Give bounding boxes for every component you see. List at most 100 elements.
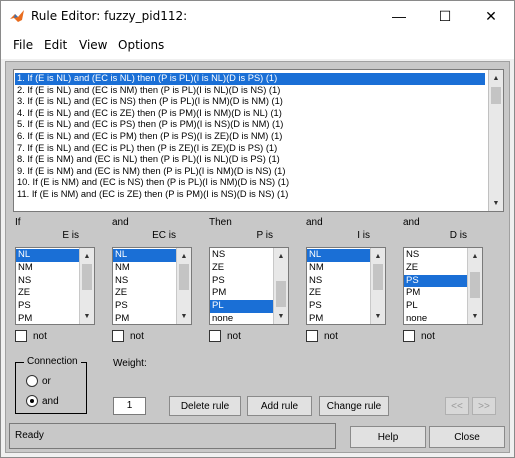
scroll-up-icon[interactable]: ▲ — [371, 249, 385, 263]
ec-mf-item[interactable]: PM — [113, 313, 177, 324]
delete-rule-button[interactable]: Delete rule — [169, 396, 241, 416]
menu-edit[interactable]: Edit — [44, 38, 67, 52]
rule-item[interactable]: 10. If (E is NM) and (EC is NS) then (P … — [15, 177, 485, 189]
ec-mf-item[interactable]: NM — [113, 262, 177, 275]
scroll-thumb[interactable] — [470, 272, 480, 298]
or-radio[interactable] — [26, 375, 38, 387]
rule-item[interactable]: 7. If (E is NL) and (EC is PL) then (P i… — [15, 143, 485, 155]
d-mf-item[interactable]: none — [404, 313, 468, 324]
p-mf-item[interactable]: none — [210, 313, 274, 324]
p-mf-listbox[interactable]: NS ZE PS PM PL none ▲ ▼ — [209, 247, 289, 325]
help-button[interactable]: Help — [350, 426, 426, 448]
e-not-checkbox[interactable] — [15, 330, 27, 342]
scroll-thumb[interactable] — [276, 281, 286, 307]
scroll-thumb[interactable] — [491, 87, 501, 104]
scroll-up-icon[interactable]: ▲ — [177, 249, 191, 263]
e-mf-item[interactable]: NM — [16, 262, 80, 275]
connection-and-option[interactable]: and — [26, 395, 59, 407]
menu-file[interactable]: File — [13, 38, 33, 52]
ec-not-checkbox[interactable] — [112, 330, 124, 342]
p-mf-item[interactable]: ZE — [210, 262, 274, 275]
scroll-down-icon[interactable]: ▼ — [371, 309, 385, 323]
rules-listbox[interactable]: 1. If (E is NL) and (EC is NL) then (P i… — [13, 69, 504, 212]
maximize-button[interactable]: ☐ — [422, 1, 468, 31]
close-button[interactable]: Close — [429, 426, 505, 448]
scroll-down-icon[interactable]: ▼ — [489, 196, 503, 210]
rule-item[interactable]: 4. If (E is NL) and (EC is ZE) then (P i… — [15, 108, 485, 120]
d-not-checkbox[interactable] — [403, 330, 415, 342]
p-mf-item[interactable]: PL — [210, 300, 274, 313]
scroll-down-icon[interactable]: ▼ — [468, 309, 482, 323]
i-mf-item[interactable]: NL — [307, 249, 371, 262]
e-scrollbar[interactable]: ▲ ▼ — [79, 248, 94, 324]
rule-item[interactable]: 5. If (E is NL) and (EC is PS) then (P i… — [15, 119, 485, 131]
p-not-checkbox[interactable] — [209, 330, 221, 342]
i-not-checkbox[interactable] — [306, 330, 318, 342]
weight-input[interactable]: 1 — [113, 397, 146, 415]
connection-or-option[interactable]: or — [26, 375, 51, 387]
ec-mf-item[interactable]: NS — [113, 275, 177, 288]
ec-scrollbar[interactable]: ▲ ▼ — [176, 248, 191, 324]
change-rule-button[interactable]: Change rule — [319, 396, 389, 416]
i-mf-listbox[interactable]: NL NM NS ZE PS PM ▲ ▼ — [306, 247, 386, 325]
d-scrollbar[interactable]: ▲ ▼ — [467, 248, 482, 324]
scroll-down-icon[interactable]: ▼ — [80, 309, 94, 323]
d-not-control[interactable]: not — [403, 330, 435, 342]
i-mf-item[interactable]: PS — [307, 300, 371, 313]
i-mf-item[interactable]: NM — [307, 262, 371, 275]
d-mf-item[interactable]: PM — [404, 287, 468, 300]
rule-item[interactable]: 8. If (E is NM) and (EC is NL) then (P i… — [15, 154, 485, 166]
i-mf-item[interactable]: ZE — [307, 287, 371, 300]
prev-button[interactable]: << — [445, 397, 469, 415]
and-radio[interactable] — [26, 395, 38, 407]
menu-view[interactable]: View — [79, 38, 107, 52]
e-mf-item[interactable]: NS — [16, 275, 80, 288]
menu-options[interactable]: Options — [118, 38, 164, 52]
d-mf-item[interactable]: PS — [404, 274, 468, 288]
d-mf-item[interactable]: PL — [404, 300, 468, 313]
scroll-up-icon[interactable]: ▲ — [489, 71, 503, 85]
e-mf-item[interactable]: ZE — [16, 287, 80, 300]
rule-item[interactable]: 6. If (E is NL) and (EC is PM) then (P i… — [15, 131, 485, 143]
scroll-down-icon[interactable]: ▼ — [274, 309, 288, 323]
d-mf-listbox[interactable]: NS ZE PS PM PL none ▲ ▼ — [403, 247, 483, 325]
e-mf-item[interactable]: PM — [16, 313, 80, 324]
i-scrollbar[interactable]: ▲ ▼ — [370, 248, 385, 324]
ec-mf-item[interactable]: ZE — [113, 287, 177, 300]
add-rule-button[interactable]: Add rule — [247, 396, 312, 416]
e-mf-listbox[interactable]: NL NM NS ZE PS PM ▲ ▼ — [15, 247, 95, 325]
rule-item[interactable]: 3. If (E is NL) and (EC is NS) then (P i… — [15, 96, 485, 108]
minimize-button[interactable]: — — [376, 1, 422, 31]
ec-mf-item[interactable]: NL — [113, 249, 177, 262]
scroll-up-icon[interactable]: ▲ — [80, 249, 94, 263]
p-mf-item[interactable]: PS — [210, 275, 274, 288]
next-button[interactable]: >> — [472, 397, 496, 415]
rule-item[interactable]: 1. If (E is NL) and (EC is NL) then (P i… — [15, 73, 485, 85]
ec-mf-listbox[interactable]: NL NM NS ZE PS PM ▲ ▼ — [112, 247, 192, 325]
scroll-thumb[interactable] — [373, 264, 383, 290]
d-mf-item[interactable]: NS — [404, 249, 468, 262]
i-mf-item[interactable]: NS — [307, 275, 371, 288]
scroll-down-icon[interactable]: ▼ — [177, 309, 191, 323]
e-mf-item[interactable]: NL — [16, 249, 80, 262]
d-mf-item[interactable]: ZE — [404, 262, 468, 275]
scroll-up-icon[interactable]: ▲ — [468, 249, 482, 263]
i-not-control[interactable]: not — [306, 330, 338, 342]
scroll-up-icon[interactable]: ▲ — [274, 249, 288, 263]
p-not-control[interactable]: not — [209, 330, 241, 342]
rules-scrollbar[interactable]: ▲ ▼ — [488, 70, 503, 211]
scroll-thumb[interactable] — [82, 264, 92, 290]
rule-item[interactable]: 9. If (E is NM) and (EC is NM) then (P i… — [15, 166, 485, 178]
p-scrollbar[interactable]: ▲ ▼ — [273, 248, 288, 324]
p-mf-item[interactable]: NS — [210, 249, 274, 262]
ec-mf-item[interactable]: PS — [113, 300, 177, 313]
e-mf-item[interactable]: PS — [16, 300, 80, 313]
rule-item[interactable]: 2. If (E is NL) and (EC is NM) then (P i… — [15, 85, 485, 97]
rule-item[interactable]: 11. If (E is NM) and (EC is ZE) then (P … — [15, 189, 485, 201]
i-mf-item[interactable]: PM — [307, 313, 371, 324]
close-window-button[interactable]: ✕ — [468, 1, 514, 31]
ec-not-control[interactable]: not — [112, 330, 144, 342]
p-mf-item[interactable]: PM — [210, 287, 274, 300]
scroll-thumb[interactable] — [179, 264, 189, 290]
e-not-control[interactable]: not — [15, 330, 47, 342]
